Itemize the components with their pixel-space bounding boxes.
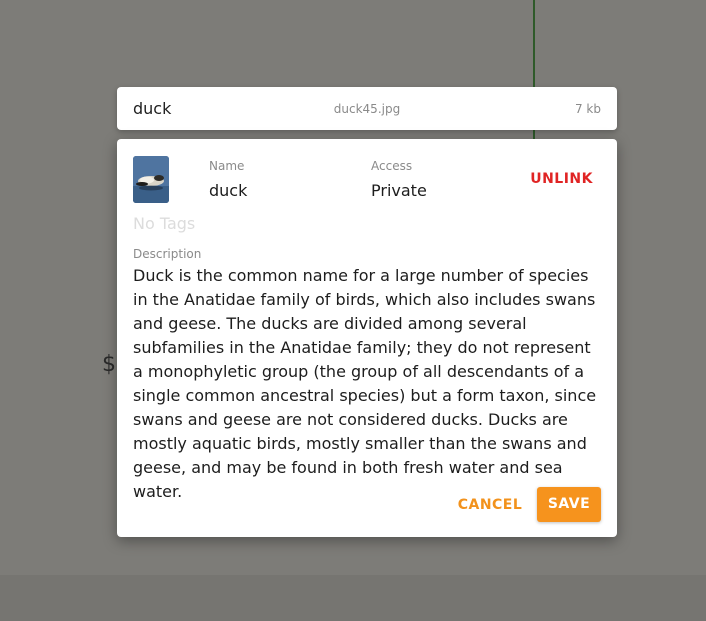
file-size: 7 kb (574, 102, 601, 116)
duck-thumbnail-icon (133, 156, 169, 203)
description-text[interactable]: Duck is the common name for a large numb… (133, 264, 603, 504)
cancel-button[interactable]: CANCEL (457, 497, 523, 513)
background-footer (0, 575, 706, 621)
access-value[interactable]: Private (371, 181, 427, 200)
file-header-bar: duck duck45.jpg 7 kb (117, 87, 617, 130)
background-dollar-glyph: $ (102, 352, 116, 377)
description-label: Description (133, 247, 202, 261)
edit-dialog: Name duck Access Private UNLINK No Tags … (117, 139, 617, 537)
file-name: duck45.jpg (333, 102, 401, 116)
access-label: Access (371, 159, 413, 173)
name-label: Name (209, 159, 245, 173)
name-value[interactable]: duck (209, 181, 247, 200)
tags-input[interactable]: No Tags (133, 214, 195, 233)
unlink-button[interactable]: UNLINK (530, 171, 593, 187)
save-button[interactable]: SAVE (537, 487, 601, 522)
